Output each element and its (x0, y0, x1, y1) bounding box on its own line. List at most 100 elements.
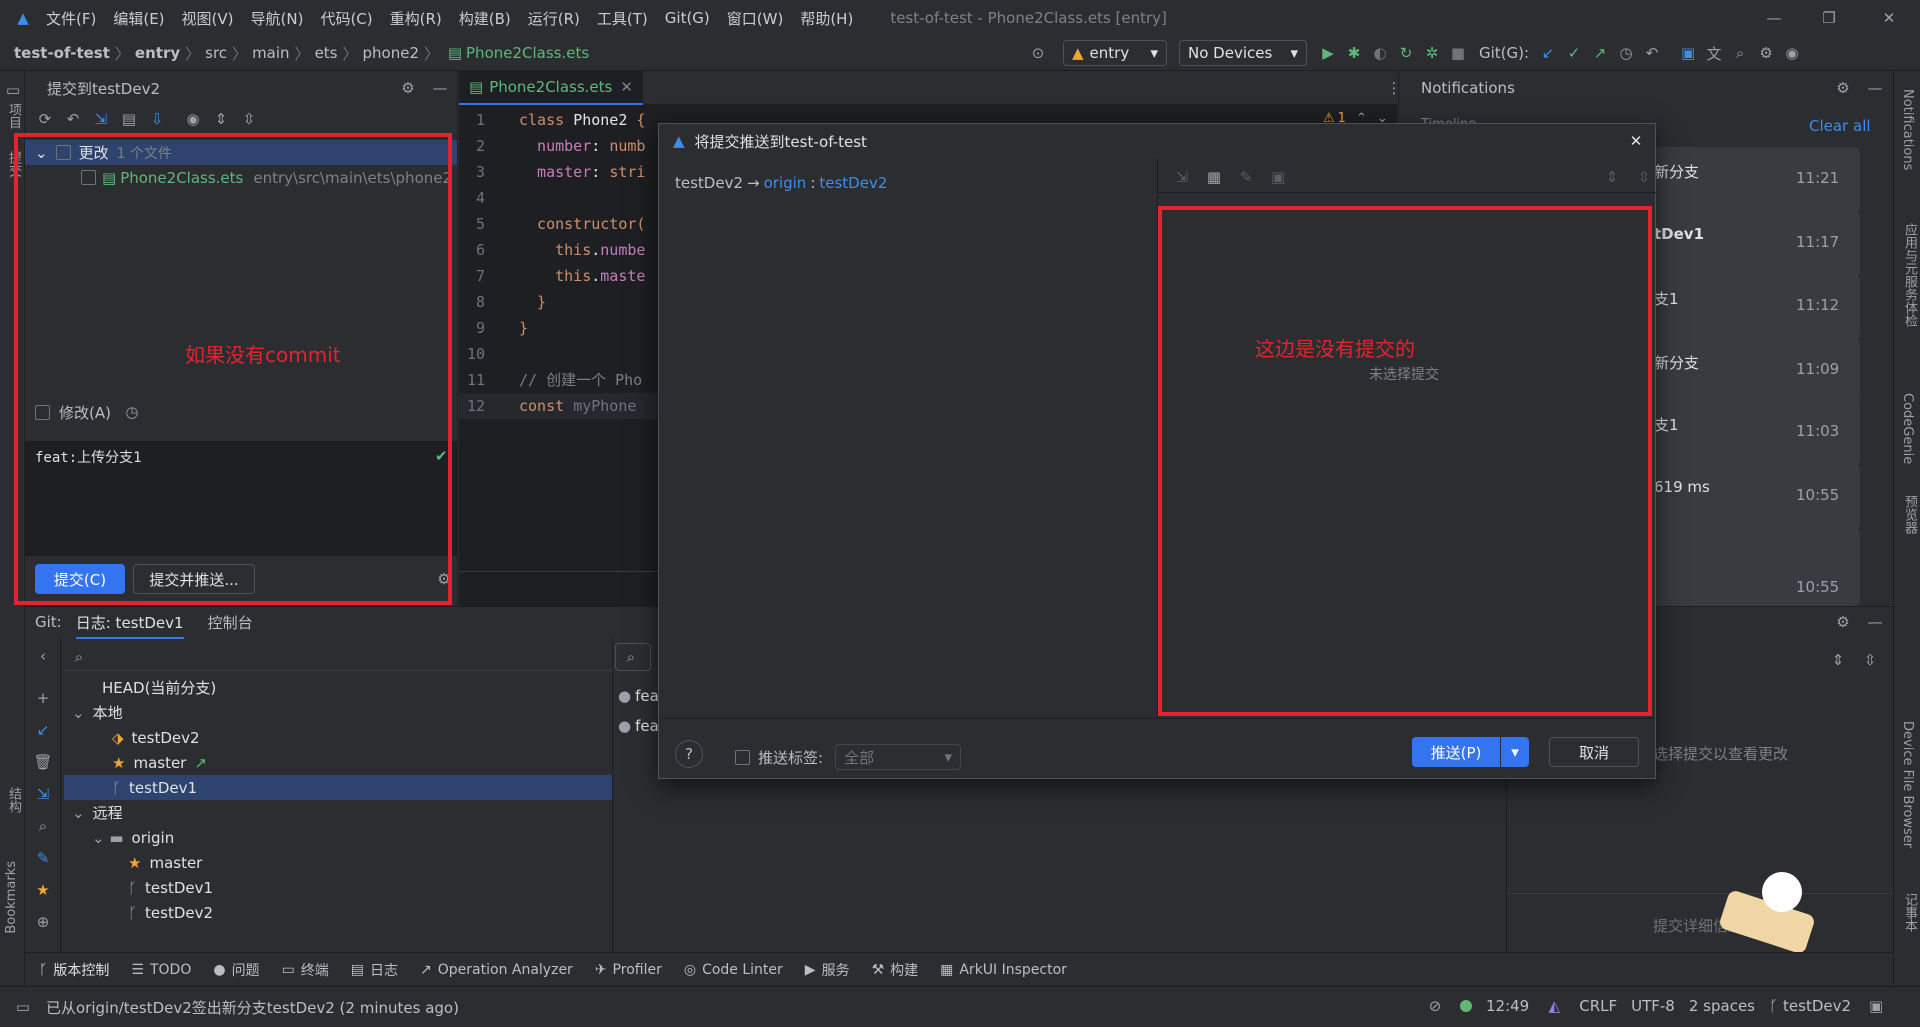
codegenie-tool-label[interactable]: CodeGenie (1900, 393, 1915, 464)
restore-icon[interactable]: ❐ (1818, 7, 1840, 29)
local-group-row[interactable]: ⌄ 本地 (64, 700, 612, 725)
project-structure-icon[interactable]: ▣ (1677, 42, 1699, 64)
settings-gear-icon[interactable]: ⚙ (1832, 77, 1854, 99)
tab-console[interactable]: 控制台 (208, 612, 253, 633)
back-icon[interactable]: ‹ (32, 645, 54, 667)
tool-window-button[interactable]: ▦ ArkUI Inspector (940, 962, 1067, 978)
edit-icon[interactable]: ✎ (1235, 166, 1257, 188)
translate-icon[interactable]: 文 (1703, 42, 1725, 64)
previewer-tool-label[interactable]: 预览器 (1900, 495, 1919, 534)
menu-item[interactable]: 导航(N) (251, 8, 304, 29)
settings-gear-icon[interactable]: ⚙ (1755, 42, 1777, 64)
breadcrumb-item[interactable]: phone2 (363, 44, 419, 62)
push-options-dropdown[interactable]: ▾ (1501, 737, 1529, 767)
close-window-icon[interactable]: ✕ (1878, 7, 1900, 29)
local-branch-row[interactable]: ᚴ testDev1 (64, 775, 612, 800)
close-icon[interactable]: ✕ (1625, 130, 1647, 152)
fetch-icon[interactable]: ↙ (32, 719, 54, 741)
breadcrumb-item[interactable]: entry (135, 44, 180, 62)
diff-icon[interactable]: ▤ (118, 108, 140, 130)
tool-window-button[interactable]: ✈ Profiler (595, 962, 662, 978)
group-by-icon[interactable]: ▦ (1203, 166, 1225, 188)
bookmarks-tool-label[interactable]: Bookmarks (4, 861, 19, 934)
show-diff-icon[interactable]: ▣ (1267, 166, 1289, 188)
delete-icon[interactable]: 🗑 (32, 751, 54, 773)
collapse-all-icon[interactable]: ⇳ (1859, 649, 1881, 671)
git-commit-icon[interactable]: ✓ (1563, 42, 1585, 64)
log-filter[interactable]: ⌕ (615, 643, 651, 671)
menu-item[interactable]: 窗口(W) (727, 8, 784, 29)
reload-icon[interactable]: ↻ (1395, 42, 1417, 64)
indent[interactable]: 2 spaces (1689, 997, 1755, 1015)
breadcrumb-item[interactable]: ets (315, 44, 338, 62)
cancel-button[interactable]: 取消 (1549, 737, 1639, 767)
search-icon[interactable]: ⌕ (32, 815, 54, 837)
help-button[interactable]: ? (675, 740, 703, 768)
close-tab-icon[interactable]: ✕ (620, 78, 633, 96)
navigate-icon[interactable]: ⊕ (32, 911, 54, 933)
menu-item[interactable]: 工具(T) (597, 8, 648, 29)
tool-window-button[interactable]: ⚒ 构建 (872, 960, 919, 980)
branch-search[interactable]: ⌕ (64, 643, 612, 671)
memory-icon[interactable]: ▣ (1865, 995, 1887, 1017)
clear-all-link[interactable]: Clear all (1809, 117, 1871, 135)
collapse-all-icon[interactable]: ⇳ (238, 108, 260, 130)
search-icon[interactable]: ⌕ (1729, 42, 1751, 64)
menu-item[interactable]: 帮助(H) (800, 8, 853, 29)
edit-icon[interactable]: ✎ (32, 847, 54, 869)
push-tags-label[interactable]: 推送标签: (758, 747, 823, 768)
collapse-all-icon[interactable]: ⇳ (1633, 166, 1655, 188)
expand-all-icon[interactable]: ⇕ (210, 108, 232, 130)
local-branch-row[interactable]: ★ master ↗ (64, 750, 612, 775)
menu-item[interactable]: Git(G) (665, 9, 710, 27)
add-icon[interactable]: + (32, 687, 54, 709)
update-icon[interactable]: ⇲ (90, 108, 112, 130)
profile-icon[interactable]: ✲ (1421, 42, 1443, 64)
breadcrumb-item[interactable]: src (205, 44, 227, 62)
menu-item[interactable]: 文件(F) (46, 8, 96, 29)
remote-link[interactable]: origin (764, 174, 807, 192)
breadcrumb-item[interactable]: test-of-test (14, 44, 110, 62)
menu-item[interactable]: 视图(V) (182, 8, 234, 29)
locate-icon[interactable]: ⊙ (1027, 42, 1049, 64)
status-message[interactable]: 已从origin/testDev2签出新分支testDev2 (2 minute… (46, 997, 459, 1018)
run-icon[interactable]: ▶ (1317, 42, 1339, 64)
folder-icon[interactable]: ▭ (2, 79, 24, 101)
hide-panel-icon[interactable]: — (429, 77, 451, 99)
menu-item[interactable]: 编辑(E) (113, 8, 164, 29)
shelve-icon[interactable]: ⇩ (146, 108, 168, 130)
head-row[interactable]: HEAD(当前分支) (64, 675, 612, 700)
no-inspections-icon[interactable]: ⊘ (1424, 995, 1446, 1017)
tab-log[interactable]: 日志: testDev1 (75, 606, 184, 639)
expand-all-icon[interactable]: ⇕ (1601, 166, 1623, 188)
expand-all-icon[interactable]: ⇕ (1827, 649, 1849, 671)
breadcrumb-item[interactable]: main (252, 44, 289, 62)
settings-gear-icon[interactable]: ⚙ (1832, 611, 1854, 633)
line-separator[interactable]: CRLF (1579, 997, 1617, 1015)
remote-branch-row[interactable]: ᚴ testDev1 (64, 875, 612, 900)
tool-window-button[interactable]: ▤ 日志 (351, 960, 398, 980)
notifications-tool-label[interactable]: Notifications (1900, 89, 1915, 170)
structure-tool-label[interactable]: 结构 (4, 787, 23, 813)
view-options-icon[interactable]: ◉ (182, 108, 204, 130)
notes-tool-label[interactable]: 记事本 (1900, 893, 1919, 932)
git-push-icon[interactable]: ↗ (1589, 42, 1611, 64)
hide-panel-icon[interactable]: — (1864, 77, 1886, 99)
device-select[interactable]: No Devices ▾ (1179, 40, 1307, 66)
push-tags-checkbox[interactable] (735, 749, 750, 765)
menu-item[interactable]: 运行(R) (528, 8, 580, 29)
project-tool-label[interactable]: 项目 (4, 103, 23, 129)
tool-window-button[interactable]: ▭ 终端 (282, 960, 329, 980)
rollback-icon[interactable]: ↶ (1641, 42, 1663, 64)
tool-window-button[interactable]: ◎ Code Linter (684, 962, 783, 978)
remote-branch-row[interactable]: ᚴ testDev2 (64, 900, 612, 925)
attach-icon[interactable]: ◐ (1369, 42, 1391, 64)
run-config-select[interactable]: ▲ entry ▾ (1063, 40, 1167, 66)
menu-item[interactable]: 代码(C) (320, 8, 372, 29)
tool-window-button[interactable]: ᚴ 版本控制 (39, 960, 109, 980)
minimize-icon[interactable]: — (1763, 7, 1785, 29)
git-branch-widget[interactable]: ᚴ testDev2 (1769, 997, 1851, 1015)
tool-window-button[interactable]: ▶ 服务 (805, 960, 850, 980)
git-update-icon[interactable]: ↙ (1537, 42, 1559, 64)
app-services-tool-label[interactable]: 应用与元服务体检 (1900, 223, 1919, 327)
